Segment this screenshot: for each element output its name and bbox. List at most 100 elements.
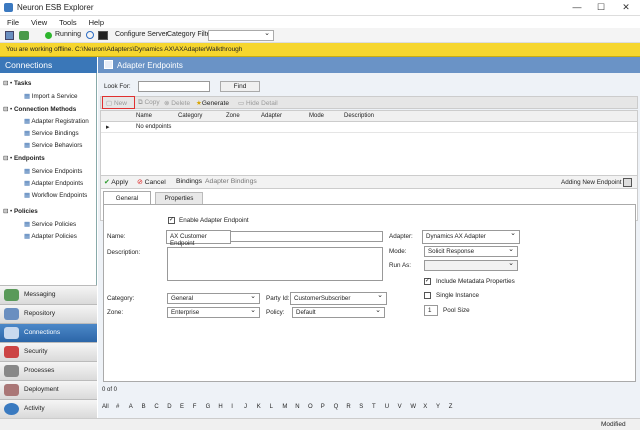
alpha-filter[interactable]: B [142, 404, 146, 410]
collapse-icon[interactable] [623, 178, 632, 187]
mode-select[interactable]: Solicit Response [424, 245, 518, 257]
refresh-icon[interactable] [86, 31, 94, 39]
save-icon[interactable] [5, 31, 14, 40]
nav-messaging[interactable]: Messaging [0, 285, 97, 304]
tree-item-adapter-registration[interactable]: ▦ Adapter Registration [24, 118, 89, 125]
alpha-filter[interactable]: M [282, 404, 287, 410]
right-panel: Adapter Endpoints Look For: Find ▢ New ⧉… [98, 57, 640, 418]
tree-group-label: Tasks [13, 80, 32, 87]
partyid-select[interactable]: CustomerSubscriber [290, 291, 387, 305]
tree-group-policies[interactable]: ⊟ • Policies [3, 208, 38, 215]
alpha-filter[interactable]: O [308, 404, 313, 410]
alpha-filter[interactable]: V [398, 404, 402, 410]
close-button[interactable]: ✕ [614, 1, 638, 14]
hide-detail-button[interactable]: ▭ Hide Detail [238, 99, 278, 107]
tree-item-import-service[interactable]: ▦ Import a Service [24, 93, 78, 100]
alpha-filter[interactable]: # [116, 404, 119, 410]
description-input[interactable] [167, 247, 383, 281]
tree-item-service-behaviors[interactable]: ▦ Service Behaviors [24, 142, 82, 149]
alpha-filter[interactable]: H [218, 404, 222, 410]
alpha-filter[interactable]: F [193, 404, 197, 410]
alpha-filter[interactable]: A [129, 404, 133, 410]
alpha-filter[interactable]: G [206, 404, 211, 410]
zone-select[interactable]: Enterprise [167, 306, 260, 318]
panel-title: Adapter Endpoints [98, 57, 640, 73]
nav-activity[interactable]: Activity [0, 399, 97, 418]
configure-server-button[interactable]: Configure Server [115, 31, 168, 38]
minimize-button[interactable]: — [565, 1, 589, 14]
tab-general[interactable]: General [103, 191, 151, 204]
server-icon[interactable] [19, 31, 29, 40]
pool-size-input[interactable]: 1 [424, 305, 438, 316]
alpha-filter[interactable]: All [102, 404, 109, 410]
new-button[interactable]: ▢ New [102, 96, 135, 109]
app-icon [4, 3, 13, 12]
tree-group-connection-methods[interactable]: ⊟ • Connection Methods [3, 106, 76, 113]
alpha-filter[interactable]: Z [449, 404, 453, 410]
alpha-filter[interactable]: K [257, 404, 261, 410]
category-filter-select[interactable] [208, 29, 274, 41]
alpha-filter[interactable]: C [154, 404, 158, 410]
apply-button[interactable]: ✔ Apply [104, 178, 128, 186]
find-button[interactable]: Find [220, 81, 260, 92]
nav-deployment[interactable]: Deployment [0, 380, 97, 399]
adapter-select[interactable]: Dynamics AX Adapter [422, 229, 520, 244]
nav-security[interactable]: Security [0, 342, 97, 361]
runas-select[interactable] [424, 259, 518, 271]
generate-button[interactable]: ★Generate [196, 99, 229, 107]
alpha-filter[interactable]: L [270, 404, 273, 410]
column-mode[interactable]: Mode [309, 113, 324, 119]
tree-item-service-endpoints[interactable]: ▦ Service Endpoints [24, 168, 82, 175]
tree-item-adapter-policies[interactable]: ▦ Adapter Policies [24, 233, 77, 240]
alpha-filter[interactable]: Q [334, 404, 339, 410]
tree-item-adapter-endpoints[interactable]: ▦ Adapter Endpoints [24, 180, 83, 187]
alpha-filter[interactable]: D [167, 404, 171, 410]
alpha-filter[interactable]: S [359, 404, 363, 410]
alpha-filter[interactable]: T [372, 404, 376, 410]
enable-checkbox[interactable]: ✓ [168, 217, 175, 224]
look-for-input[interactable] [138, 81, 210, 92]
single-instance-checkbox[interactable] [424, 292, 431, 299]
menu-view[interactable]: View [31, 18, 47, 27]
tab-properties[interactable]: Properties [155, 192, 203, 204]
alpha-filter[interactable]: J [244, 404, 247, 410]
tree-group-tasks[interactable]: ⊟ • Tasks [3, 80, 31, 87]
menu-tools[interactable]: Tools [59, 18, 77, 27]
nav-connections[interactable]: Connections [0, 323, 97, 342]
category-select[interactable]: General [167, 292, 260, 304]
alpha-filter[interactable]: P [321, 404, 325, 410]
name-label: Name: [107, 233, 126, 240]
tree-group-endpoints[interactable]: ⊟ • Endpoints [3, 155, 45, 162]
column-adapter[interactable]: Adapter [261, 113, 282, 119]
adapter-bindings-button[interactable]: Adapter Bindings [205, 178, 257, 185]
running-status[interactable]: Running [55, 31, 81, 38]
alpha-filter[interactable]: X [423, 404, 427, 410]
alpha-filter[interactable]: W [410, 404, 416, 410]
maximize-button[interactable]: ☐ [589, 1, 613, 14]
alpha-filter[interactable]: N [295, 404, 299, 410]
copy-button[interactable]: ⧉ Copy [138, 99, 160, 107]
alpha-filter[interactable]: E [180, 404, 184, 410]
nav-repository[interactable]: Repository [0, 304, 97, 323]
alpha-filter[interactable]: R [346, 404, 350, 410]
nav-processes[interactable]: Processes [0, 361, 97, 380]
tree-item-workflow-endpoints[interactable]: ▦ Workflow Endpoints [24, 192, 87, 199]
column-name[interactable]: Name [136, 113, 152, 119]
tree-item-service-policies[interactable]: ▦ Service Policies [24, 221, 76, 228]
console-icon[interactable] [98, 31, 108, 40]
alpha-filter[interactable]: U [385, 404, 389, 410]
tree-item-service-bindings[interactable]: ▦ Service Bindings [24, 130, 79, 137]
alpha-filter[interactable]: Y [436, 404, 440, 410]
delete-button[interactable]: ⊗ Delete [164, 99, 190, 107]
cancel-button[interactable]: ⊘ Cancel [137, 178, 166, 186]
column-zone[interactable]: Zone [226, 113, 240, 119]
include-metadata-checkbox[interactable]: ✓ [424, 278, 431, 285]
alpha-filter[interactable]: I [231, 404, 233, 410]
column-category[interactable]: Category [178, 113, 202, 119]
policy-select[interactable]: Default [292, 306, 385, 318]
menu-file[interactable]: File [7, 18, 19, 27]
bindings-button[interactable]: Bindings [176, 178, 202, 185]
column-description[interactable]: Description [344, 113, 374, 119]
table-row[interactable]: ▸ No endpoints [101, 122, 637, 133]
menu-help[interactable]: Help [89, 18, 104, 27]
